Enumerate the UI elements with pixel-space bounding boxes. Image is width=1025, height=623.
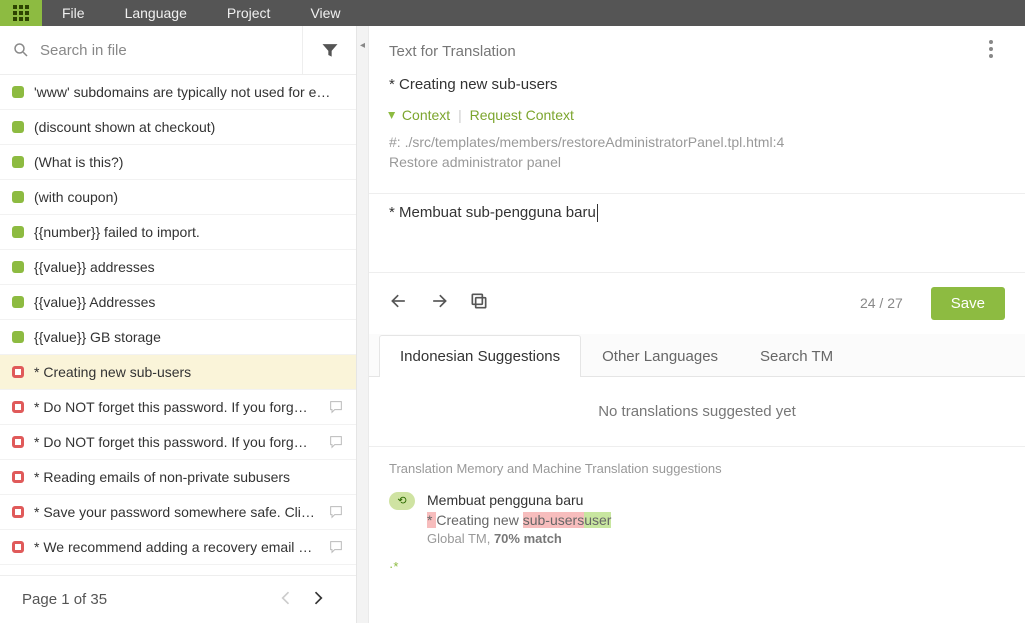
status-dot [12, 401, 24, 413]
prev-string-button[interactable] [389, 291, 409, 316]
list-item-text: 'www' subdomains are typically not used … [34, 84, 344, 100]
editor-title: Text for Translation [389, 43, 977, 60]
comment-icon [328, 434, 344, 450]
status-dot [12, 86, 24, 98]
menu-view[interactable]: View [290, 0, 360, 26]
suggestions-empty: No translations suggested yet [369, 377, 1025, 447]
list-item-text: * Save your password somewhere safe. Cli… [34, 504, 328, 520]
menu-project[interactable]: Project [207, 0, 291, 26]
tm-header: Translation Memory and Machine Translati… [369, 447, 1025, 486]
menu-file[interactable]: File [42, 0, 105, 26]
comment-icon [328, 504, 344, 520]
copy-source-button[interactable] [469, 291, 489, 316]
status-dot [12, 506, 24, 518]
status-dot [12, 331, 24, 343]
request-context-link[interactable]: Request Context [470, 107, 574, 123]
menubar: File Language Project View [0, 0, 1025, 26]
list-item-text: (with coupon) [34, 189, 344, 205]
tm-source: * Creating new sub-usersuser [427, 510, 1005, 530]
tm-suggestion[interactable]: ⟲ Membuat pengguna baru * Creating new s… [369, 486, 1025, 559]
chevron-right-icon [308, 588, 328, 608]
list-item[interactable]: * We recommend adding a recovery email … [0, 530, 356, 565]
filter-button[interactable] [302, 26, 356, 74]
status-dot [12, 191, 24, 203]
status-dot [12, 226, 24, 238]
list-item-text: (discount shown at checkout) [34, 119, 344, 135]
pager-label: Page 1 of 35 [22, 591, 107, 608]
collapse-handle[interactable]: ◂ [357, 26, 369, 623]
list-item-text: {{number}} failed to import. [34, 224, 344, 240]
chevron-left-icon: ◂ [360, 40, 365, 51]
file-list-panel: 'www' subdomains are typically not used … [0, 26, 357, 623]
tm-provider-icon: ⟲ [389, 492, 415, 510]
suggestion-tabs: Indonesian Suggestions Other Languages S… [369, 334, 1025, 377]
app-grid-icon [12, 4, 30, 22]
list-item[interactable]: * Creating new sub-users [0, 355, 356, 390]
menu-language[interactable]: Language [105, 0, 207, 26]
list-item-text: * Creating new sub-users [34, 364, 344, 380]
status-dot [12, 541, 24, 553]
list-item[interactable]: (discount shown at checkout) [0, 110, 356, 145]
pager-next[interactable] [302, 582, 334, 618]
editor-menu-button[interactable] [977, 40, 1005, 62]
status-dot [12, 121, 24, 133]
status-dot [12, 366, 24, 378]
pager-prev[interactable] [270, 582, 302, 618]
more-vertical-icon [989, 40, 993, 58]
arrow-right-icon [429, 291, 449, 311]
list-item-text: {{value}} Addresses [34, 294, 344, 310]
editor-panel: Text for Translation * Creating new sub-… [369, 26, 1025, 623]
status-dot [12, 436, 24, 448]
app-menu-button[interactable] [0, 0, 42, 26]
list-item[interactable]: * Do NOT forget this password. If you fo… [0, 390, 356, 425]
arrow-left-icon [389, 291, 409, 311]
list-item[interactable]: * Save your password somewhere safe. Cli… [0, 495, 356, 530]
partial-row: ·* [369, 559, 1025, 574]
status-dot [12, 261, 24, 273]
list-item[interactable]: * Reading emails of non-private subusers [0, 460, 356, 495]
list-item-text: * Do NOT forget this password. If you fo… [34, 399, 328, 415]
search-input[interactable] [38, 41, 290, 60]
comment-icon [328, 399, 344, 415]
list-item-text: (What is this?) [34, 154, 344, 170]
list-item[interactable]: (with coupon) [0, 180, 356, 215]
char-counter: 24 / 27 [860, 295, 903, 311]
list-item-text: * Do NOT forget this password. If you fo… [34, 434, 328, 450]
status-dot [12, 156, 24, 168]
save-button[interactable]: Save [931, 287, 1005, 320]
status-dot [12, 296, 24, 308]
list-item[interactable]: (What is this?) [0, 145, 356, 180]
tab-search-tm[interactable]: Search TM [739, 335, 854, 377]
source-text: * Creating new sub-users [369, 76, 1025, 107]
chevron-left-icon [276, 588, 296, 608]
search-icon [12, 41, 30, 59]
tm-meta: Global TM, 70% match [427, 530, 1005, 549]
string-list[interactable]: 'www' subdomains are typically not used … [0, 75, 356, 575]
tab-lang-suggestions[interactable]: Indonesian Suggestions [379, 335, 581, 377]
list-item-text: {{value}} addresses [34, 259, 344, 275]
context-path: #: ./src/templates/members/restoreAdmini… [389, 132, 1005, 152]
filter-icon [320, 40, 340, 60]
context-desc: Restore administrator panel [389, 152, 1005, 172]
list-item[interactable]: {{value}} GB storage [0, 320, 356, 355]
list-item-text: * Reading emails of non-private subusers [34, 469, 344, 485]
next-string-button[interactable] [429, 291, 449, 316]
list-item[interactable]: 'www' subdomains are typically not used … [0, 75, 356, 110]
translation-input[interactable]: * Membuat sub-pengguna baru [369, 193, 1025, 273]
tm-translation: Membuat pengguna baru [427, 490, 1005, 510]
status-dot [12, 471, 24, 483]
list-item[interactable]: {{number}} failed to import. [0, 215, 356, 250]
list-item-text: {{value}} GB storage [34, 329, 344, 345]
copy-icon [469, 291, 489, 311]
comment-icon [328, 539, 344, 555]
list-item[interactable]: * Do NOT forget this password. If you fo… [0, 425, 356, 460]
search-bar [0, 26, 356, 75]
pager: Page 1 of 35 [0, 575, 356, 623]
chevron-down-icon: ▸ [384, 112, 401, 119]
tab-other-languages[interactable]: Other Languages [581, 335, 739, 377]
list-item[interactable]: {{value}} Addresses [0, 285, 356, 320]
list-item-text: * We recommend adding a recovery email … [34, 539, 328, 555]
context-toggle[interactable]: Context [402, 107, 450, 123]
list-item[interactable]: {{value}} addresses [0, 250, 356, 285]
